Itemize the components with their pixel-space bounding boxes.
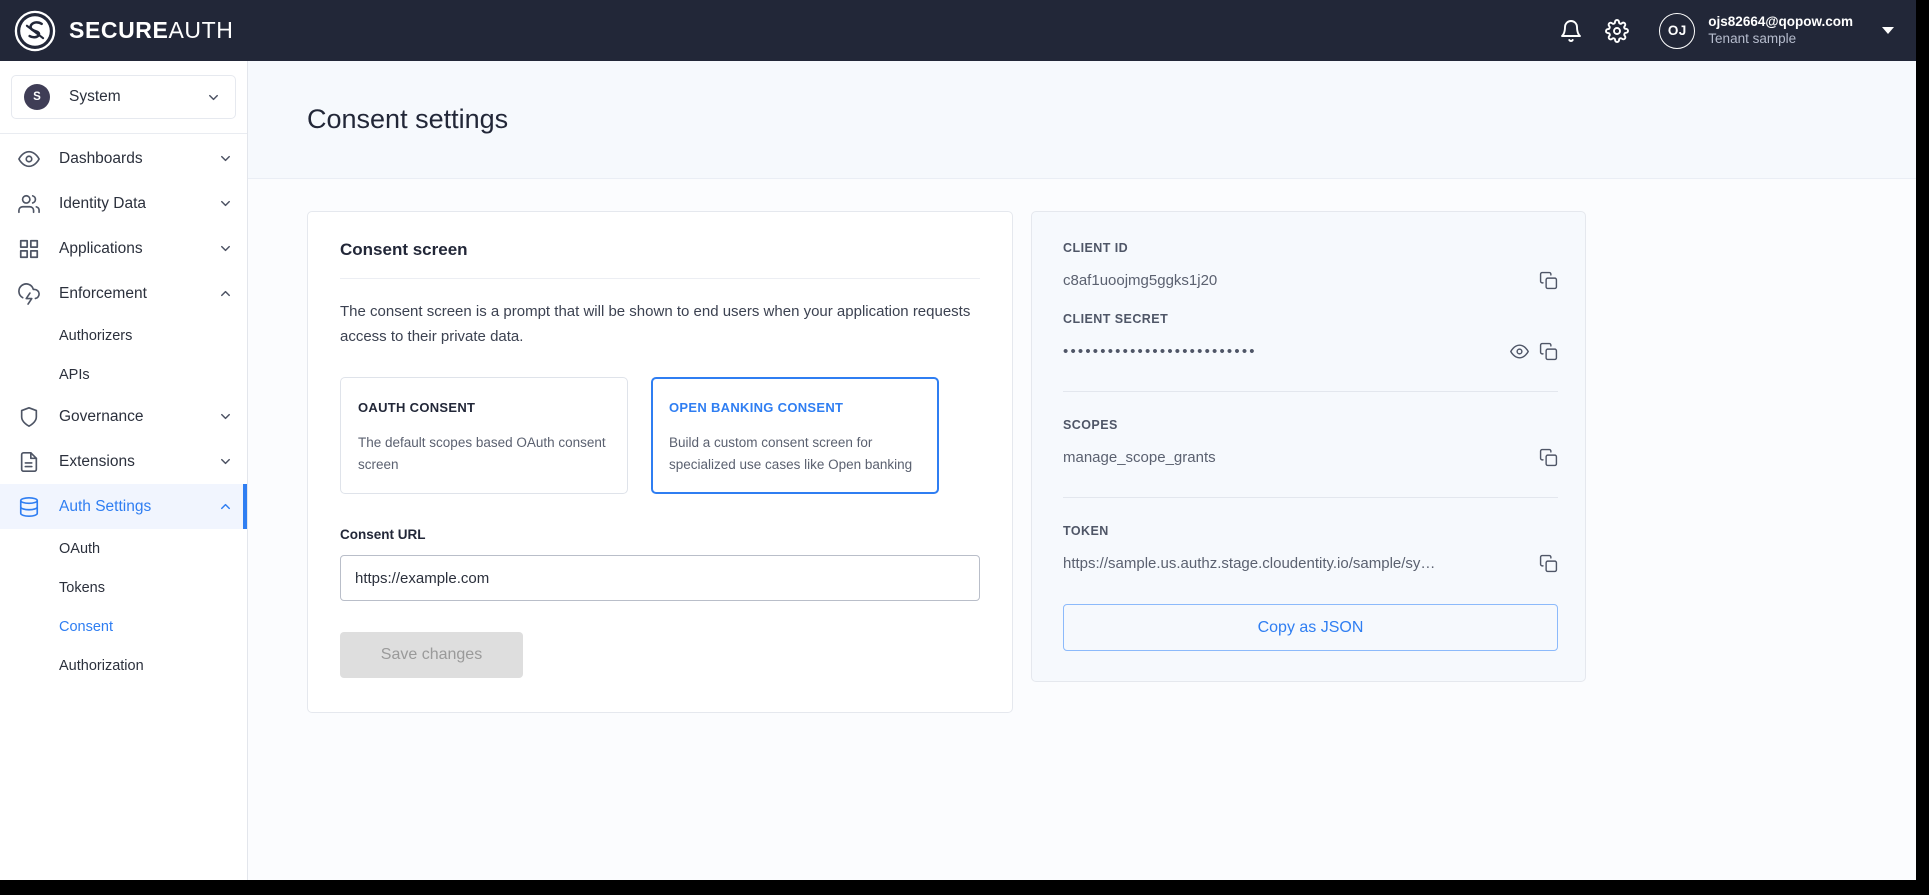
sidebar-item-oauth[interactable]: OAuth [0,529,247,568]
eye-icon [18,150,40,167]
consent-url-input[interactable] [340,555,980,602]
gear-icon[interactable] [1605,18,1630,43]
sidebar: S System Dashboards Identity Data Applic… [0,61,248,880]
option-title: OAUTH CONSENT [358,400,476,416]
card-title: Consent screen [340,240,468,259]
scopes-value: manage_scope_grants [1063,449,1216,466]
sidebar-item-applications[interactable]: Applications [0,226,247,271]
sidebar-item-apis[interactable]: APIs [0,355,247,394]
avatar: OJ [1659,12,1696,49]
app-window: SECUREAUTH OJ ojs82664@qopow.com Tenant … [0,0,1916,880]
sidebar-item-label: Applications [59,239,143,257]
users-icon [18,194,40,213]
database-icon [19,496,39,517]
copy-as-json-button[interactable]: Copy as JSON [1063,604,1558,651]
chevron-down-icon [221,413,230,420]
copy-icon[interactable] [1539,271,1558,290]
user-email: ojs82664@qopow.com [1708,13,1853,29]
client-details-card: CLIENT ID c8af1uoojmg5ggks1j20 CLIENT SE… [1031,211,1586,682]
file-text-icon [20,451,38,472]
copy-icon[interactable] [1539,342,1558,361]
token-row: https://sample.us.authz.stage.cloudentit… [1063,554,1558,573]
option-description: Build a custom consent screen for specia… [669,435,913,473]
brand-name: SECUREAUTH [69,17,234,43]
client-id-label: CLIENT ID [1063,241,1129,255]
chevron-down-icon[interactable] [1882,27,1894,34]
topbar-actions: OJ ojs82664@qopow.com Tenant sample [1559,12,1894,49]
scopes-label: SCOPES [1063,418,1118,432]
chevron-up-icon [221,503,230,510]
sidebar-nav: Dashboards Identity Data Applications En… [0,134,247,685]
page-title: Consent settings [307,104,509,134]
chevron-down-icon [221,155,230,162]
eye-icon[interactable] [1510,342,1529,361]
sidebar-item-label: Governance [59,407,144,425]
sidebar-item-dashboards[interactable]: Dashboards [0,136,247,181]
option-title: OPEN BANKING CONSENT [669,400,844,416]
sidebar-item-authorization[interactable]: Authorization [0,646,247,685]
chevron-down-icon [221,458,230,465]
consent-screen-card: Consent screen The consent screen is a p… [307,211,1013,714]
copy-icon[interactable] [1539,554,1558,573]
user-menu[interactable]: OJ ojs82664@qopow.com Tenant sample [1659,12,1894,49]
chevron-up-icon [221,290,230,297]
token-value: https://sample.us.authz.stage.cloudentit… [1063,555,1436,572]
sidebar-item-authorizers[interactable]: Authorizers [0,316,247,355]
sidebar-item-consent[interactable]: Consent [0,607,247,646]
consent-url-label: Consent URL [340,527,426,543]
user-tenant: Tenant sample [1708,30,1797,46]
sidebar-item-label: Enforcement [59,284,147,302]
tenant-selector[interactable]: S System [11,75,236,119]
section-divider [1063,391,1558,392]
token-label: TOKEN [1063,524,1109,538]
save-changes-button[interactable]: Save changes [340,632,523,679]
client-secret-row: •••••••••••••••••••••••••• [1063,342,1558,361]
shield-icon [20,406,38,427]
bell-icon[interactable] [1559,19,1583,43]
page-header: Consent settings [248,61,1916,179]
sidebar-item-tokens[interactable]: Tokens [0,568,247,607]
sidebar-item-auth-settings[interactable]: Auth Settings [0,484,247,529]
sidebar-item-extensions[interactable]: Extensions [0,439,247,484]
section-divider [1063,497,1558,498]
tenant-avatar: S [24,84,50,110]
chevron-down-icon [221,200,230,207]
panels-row: Consent screen The consent screen is a p… [248,179,1916,714]
card-description: The consent screen is a prompt that will… [340,303,971,346]
top-navigation-bar: SECUREAUTH OJ ojs82664@qopow.com Tenant … [0,0,1916,61]
option-open-banking-consent[interactable]: OPEN BANKING CONSENT Build a custom cons… [651,377,939,495]
sidebar-item-governance[interactable]: Governance [0,394,247,439]
option-oauth-consent[interactable]: OAUTH CONSENT The default scopes based O… [340,377,628,495]
client-secret-value: •••••••••••••••••••••••••• [1063,343,1257,360]
consent-type-options: OAUTH CONSENT The default scopes based O… [340,377,980,495]
sidebar-item-label: Identity Data [59,194,147,212]
option-description: The default scopes based OAuth consent s… [358,435,606,473]
tenant-label: System [69,88,121,105]
copy-icon[interactable] [1539,448,1558,467]
brand-logo[interactable]: SECUREAUTH [14,10,233,52]
user-meta: ojs82664@qopow.com Tenant sample [1708,14,1853,48]
client-secret-label: CLIENT SECRET [1063,312,1169,326]
sidebar-item-label: Dashboards [59,149,143,167]
scopes-row: manage_scope_grants [1063,448,1558,467]
chevron-down-icon [221,245,230,252]
card-divider [340,278,980,279]
grid-icon [19,239,39,258]
sidebar-item-identity-data[interactable]: Identity Data [0,181,247,226]
chevron-down-icon [209,94,218,100]
cloud-lightning-icon [18,282,40,305]
main-content: Consent settings Consent screen The cons… [248,61,1916,880]
sidebar-item-label: Auth Settings [59,497,152,515]
client-id-value: c8af1uoojmg5ggks1j20 [1063,272,1218,289]
sidebar-item-label: Extensions [59,452,135,470]
secureauth-logo-icon [14,10,56,51]
sidebar-item-enforcement[interactable]: Enforcement [0,271,247,316]
client-id-row: c8af1uoojmg5ggks1j20 [1063,271,1558,290]
